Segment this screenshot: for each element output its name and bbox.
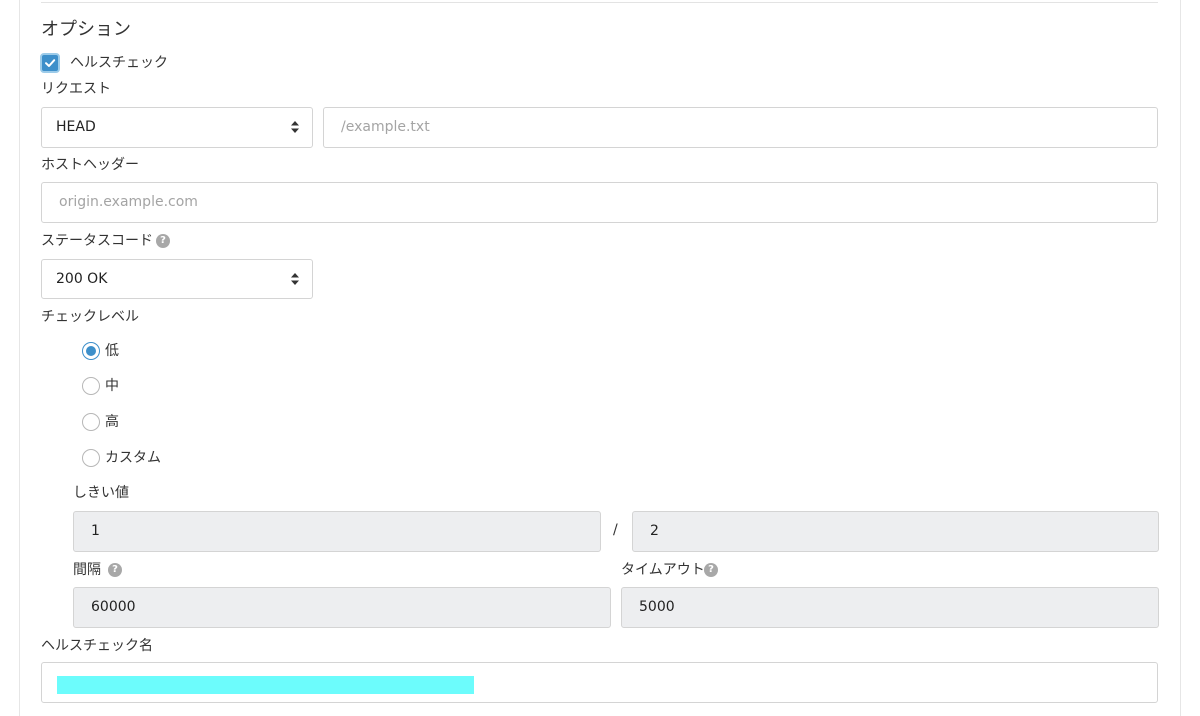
check-level-radio-high[interactable] [82,413,100,431]
section-title: オプション [41,19,131,40]
host-header-label: ホストヘッダー [41,157,139,173]
healthcheck-name-input[interactable] [41,662,1158,703]
threshold-label: しきい値 [73,485,129,501]
check-level-radio-custom[interactable] [82,449,100,467]
interval-label: 間隔 [73,562,101,578]
status-code-help-icon[interactable]: ? [156,234,170,248]
select-arrows-icon [291,121,299,133]
check-level-radio-low[interactable] [82,342,100,360]
check-level-radio-medium[interactable] [82,377,100,395]
healthcheck-name-label: ヘルスチェック名 [41,638,153,654]
check-level-option-custom[interactable]: カスタム [105,449,161,467]
frame-border-left [19,0,20,716]
check-level-option-medium[interactable]: 中 [105,377,119,395]
timeout-help-icon[interactable]: ? [704,563,718,577]
interval-input: 60000 [73,587,611,628]
interval-help-icon[interactable]: ? [108,563,122,577]
frame-border-right [1180,0,1181,716]
interval-value: 60000 [91,599,136,615]
status-code-value: 200 OK [56,271,108,287]
threshold-input-1: 1 [73,511,601,552]
check-level-option-high[interactable]: 高 [105,413,119,431]
select-arrows-icon [291,273,299,285]
page: オプション ヘルスチェック リクエスト HEAD /example.txt ホス… [0,0,1200,716]
timeout-label: タイムアウト [621,562,705,578]
threshold-input-2: 2 [632,511,1159,552]
check-level-option-low[interactable]: 低 [105,342,119,360]
healthcheck-label[interactable]: ヘルスチェック [70,54,168,72]
threshold-value-2: 2 [650,523,659,539]
timeout-value: 5000 [639,599,675,615]
healthcheck-checkbox[interactable] [40,53,60,73]
host-header-placeholder: origin.example.com [59,194,198,210]
timeout-input: 5000 [621,587,1159,628]
check-level-label: チェックレベル [41,309,139,325]
redacted-value [57,676,474,694]
checkmark-icon [45,59,56,67]
status-code-select[interactable]: 200 OK [41,259,313,299]
request-path-placeholder: /example.txt [341,119,430,135]
status-code-label: ステータスコード [41,233,153,249]
threshold-value-1: 1 [91,523,100,539]
threshold-separator: / [613,522,618,538]
host-header-input[interactable]: origin.example.com [41,182,1158,223]
request-label: リクエスト [41,81,111,97]
request-method-select[interactable]: HEAD [41,107,313,148]
section-divider [41,2,1158,3]
request-path-input[interactable]: /example.txt [323,107,1158,148]
request-method-value: HEAD [56,119,96,135]
